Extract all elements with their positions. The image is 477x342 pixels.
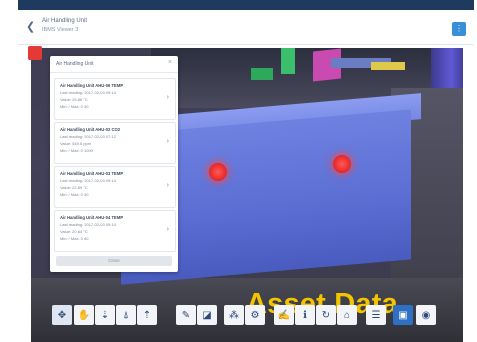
- page-subtitle: IBMS Viewer 3: [42, 27, 79, 33]
- pan-icon: ✋: [77, 309, 91, 321]
- sensor-name: Air Handling Unit AHU-03 TEMP: [60, 171, 124, 176]
- sensor-value: Value: 20.64 °C: [60, 229, 88, 234]
- zoom-tool[interactable]: ⇣: [95, 305, 115, 325]
- zoom-icon: ⇣: [100, 309, 110, 321]
- back-arrow-icon[interactable]: ❮: [26, 20, 40, 34]
- list-tool[interactable]: ☰: [366, 305, 386, 325]
- pipe: [281, 48, 295, 74]
- sensor-panel: Air Handling Unit × Air Handling Unit AH…: [50, 56, 178, 272]
- sensor-reading-time: Last reading: 2017-02-03 07:12: [60, 134, 116, 139]
- pan-tool[interactable]: ✋: [74, 305, 94, 325]
- sensor-range: Min: / Max: 0 40: [60, 192, 89, 197]
- camera-icon: ⌂: [343, 309, 351, 321]
- sensor-range: Min: / Max: 0 40: [60, 236, 89, 241]
- walk-icon: ⍋: [123, 309, 129, 321]
- walk-tool[interactable]: ⍋: [116, 305, 136, 325]
- save-tool[interactable]: ▣: [393, 305, 413, 325]
- sensor-card[interactable]: Air Handling Unit AHU-03 TEMP Last readi…: [54, 166, 176, 208]
- sensor-range: Min: / Max: 0 1000: [60, 148, 93, 153]
- measure-tool[interactable]: ✎: [176, 305, 196, 325]
- sensor-value: Value: 22.89 °C: [60, 185, 88, 190]
- refresh-icon: ↻: [321, 309, 331, 321]
- page-title: Air Handling Unit: [42, 18, 88, 24]
- orbit-tool[interactable]: ✥: [52, 305, 72, 325]
- chevron-right-icon: ›: [166, 182, 169, 189]
- alarm-indicator[interactable]: [28, 46, 42, 60]
- pipe: [251, 68, 273, 80]
- sensor-name: Air Handling Unit AHU-06 TEMP: [60, 83, 124, 88]
- sensor-card[interactable]: Air Handling Unit AHU-02 CO2 Last readin…: [54, 122, 176, 164]
- viewer-toolbar: ✥ ✋ ⇣ ⍋ ⇡ ✎ ◪ ⁂ ⚙ ✍ ℹ ↻ ⌂ ☰ ▣ ◉: [52, 305, 466, 329]
- sensor-value: Value: 25.86 °C: [60, 97, 88, 102]
- orbit-icon: ✥: [57, 309, 67, 321]
- panel-close-button[interactable]: Close: [56, 256, 172, 266]
- first-person-icon: ⇡: [142, 309, 152, 321]
- camera-tool[interactable]: ⌂: [337, 305, 357, 325]
- model-tree-tool[interactable]: ⁂: [224, 305, 244, 325]
- menu-icon: ⋮: [455, 24, 463, 33]
- section-tool[interactable]: ◪: [197, 305, 217, 325]
- chevron-right-icon: ›: [166, 94, 169, 101]
- app-header: ❮ Air Handling Unit IBMS Viewer 3 ⋮: [18, 10, 474, 45]
- markup-icon: ✍: [277, 309, 291, 321]
- sensor-reading-time: Last reading: 2017-02-03 09:14: [60, 178, 116, 183]
- sensor-name: Air Handling Unit AHU-04 TEMP: [60, 215, 124, 220]
- visibility-tool[interactable]: ◉: [416, 305, 436, 325]
- sensor-marker[interactable]: [209, 163, 227, 181]
- close-icon[interactable]: ×: [168, 59, 172, 66]
- list-icon: ☰: [371, 309, 381, 321]
- menu-button[interactable]: ⋮: [452, 22, 466, 36]
- chevron-right-icon: ›: [166, 226, 169, 233]
- section-icon: ◪: [202, 309, 212, 321]
- top-strip: [18, 0, 474, 10]
- properties-tool[interactable]: ℹ: [295, 305, 315, 325]
- panel-header: Air Handling Unit ×: [50, 56, 178, 73]
- model-tree-icon: ⁂: [229, 309, 239, 321]
- panel-title: Air Handling Unit: [56, 61, 94, 67]
- settings-tool[interactable]: ⚙: [245, 305, 265, 325]
- chevron-right-icon: ›: [166, 138, 169, 145]
- markup-tool[interactable]: ✍: [274, 305, 294, 325]
- first-person-tool[interactable]: ⇡: [137, 305, 157, 325]
- sensor-card[interactable]: Air Handling Unit AHU-04 TEMP Last readi…: [54, 210, 176, 252]
- sensor-reading-time: Last reading: 2017-02-03 09:14: [60, 90, 116, 95]
- eye-icon: ◉: [421, 309, 431, 321]
- pipe: [371, 62, 405, 70]
- sensor-reading-time: Last reading: 2017-02-03 09:14: [60, 222, 116, 227]
- sensor-card[interactable]: Air Handling Unit AHU-06 TEMP Last readi…: [54, 78, 176, 120]
- panel-close-button-label: Close: [108, 258, 120, 263]
- save-icon: ▣: [398, 309, 408, 321]
- settings-icon: ⚙: [250, 309, 260, 321]
- sensor-value: Value: 549.6 ppm: [60, 141, 92, 146]
- sensor-marker[interactable]: [333, 155, 351, 173]
- sensor-name: Air Handling Unit AHU-02 CO2: [60, 127, 121, 132]
- sensor-range: Min: / Max: 0 40: [60, 104, 89, 109]
- properties-icon: ℹ: [303, 309, 307, 321]
- measure-icon: ✎: [181, 309, 191, 321]
- refresh-tool[interactable]: ↻: [316, 305, 336, 325]
